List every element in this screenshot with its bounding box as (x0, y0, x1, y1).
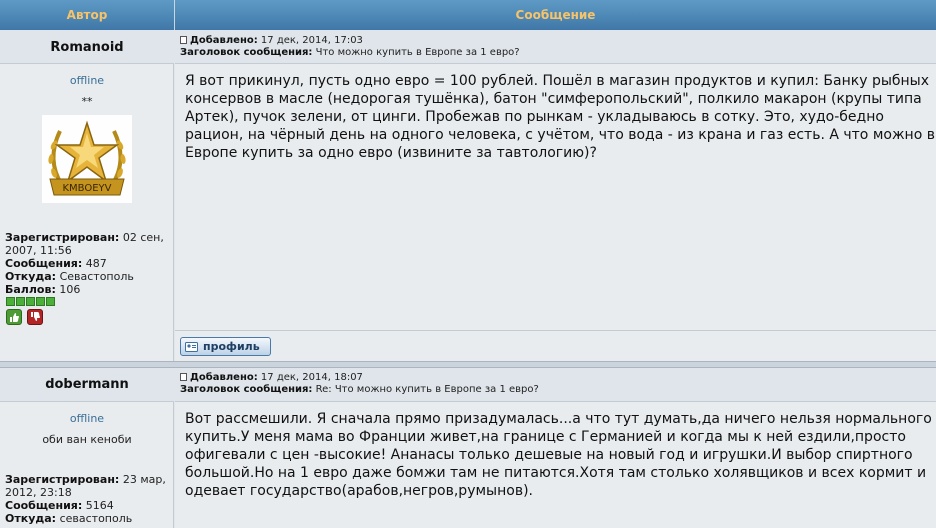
subject-value: Что можно купить в Европе за 1 евро? (315, 47, 520, 58)
author-name-text[interactable]: Romanoid (50, 40, 123, 55)
reputation-dot (26, 297, 35, 306)
post-author-name[interactable]: dobermann (0, 368, 174, 402)
reputation-dot (6, 297, 15, 306)
post-meta: Добавлено: 17 дек, 2014, 18:07 Заголовок… (175, 368, 936, 402)
post-footer: профиль (175, 330, 936, 361)
registered-label: Зарегистрирован: (5, 473, 120, 486)
post-body: Вот рассмешили. Я сначала прямо призадум… (175, 402, 936, 528)
posts-count-value: 487 (85, 257, 107, 270)
from-label: Откуда: (5, 512, 57, 525)
post-author-name[interactable]: Romanoid (0, 31, 174, 64)
reputation-dots (6, 297, 55, 306)
user-card-icon (185, 341, 198, 353)
online-status: offline (69, 74, 105, 87)
post-separator (0, 361, 936, 368)
thumbs-up-icon[interactable] (6, 309, 22, 325)
added-value: 17 дек, 2014, 17:03 (260, 35, 363, 46)
from-label: Откуда: (5, 270, 57, 283)
from-value: Севастополь (59, 270, 134, 283)
posts-count-value: 5164 (85, 499, 114, 512)
user-details: Зарегистрирован: 02 сен, 2007, 11:56 Соо… (5, 231, 170, 296)
added-label: Добавлено: (190, 372, 258, 383)
post-icon[interactable] (180, 373, 187, 381)
subject-label: Заголовок сообщения: (180, 47, 313, 58)
posts-count-label: Сообщения: (5, 499, 83, 512)
posts-count-label: Сообщения: (5, 257, 83, 270)
subject-label: Заголовок сообщения: (180, 384, 313, 395)
author-name-text[interactable]: dobermann (45, 377, 129, 392)
added-label: Добавлено: (190, 35, 258, 46)
reputation-dot (36, 297, 45, 306)
reputation-dot (46, 297, 55, 306)
online-status: offline (69, 412, 105, 425)
user-rank: ** (81, 95, 93, 108)
profile-button[interactable]: профиль (180, 337, 271, 356)
profile-button-label: профиль (203, 340, 260, 353)
message-column-header: Сообщение (175, 0, 936, 30)
author-column-header: Автор (0, 0, 175, 30)
post-footer-left (0, 330, 174, 361)
thumbs-down-icon[interactable] (27, 309, 43, 325)
points-label: Баллов: (5, 283, 56, 296)
user-avatar: KMBOEYV (42, 115, 132, 203)
author-profile-panel: offline оби ван кеноби Зарегистрирован: … (0, 402, 174, 528)
forum-thread: Автор Сообщение Romanoid Добавлено: 17 д… (0, 0, 936, 528)
svg-text:KMBOEYV: KMBOEYV (62, 183, 111, 194)
user-rank: оби ван кеноби (42, 433, 132, 446)
subject-value: Re: Что можно купить в Европе за 1 евро? (315, 384, 539, 395)
from-value: севастополь (59, 512, 133, 525)
reputation-dot (16, 297, 25, 306)
post-icon[interactable] (180, 36, 187, 44)
points-value: 106 (59, 283, 81, 296)
post-body: Я вот прикинул, пусть одно евро = 100 ру… (175, 64, 936, 330)
added-value: 17 дек, 2014, 18:07 (260, 372, 363, 383)
post-meta: Добавлено: 17 дек, 2014, 17:03 Заголовок… (175, 31, 936, 64)
user-details: Зарегистрирован: 23 мар, 2012, 23:18 Соо… (5, 473, 170, 525)
registered-label: Зарегистрирован: (5, 231, 120, 244)
